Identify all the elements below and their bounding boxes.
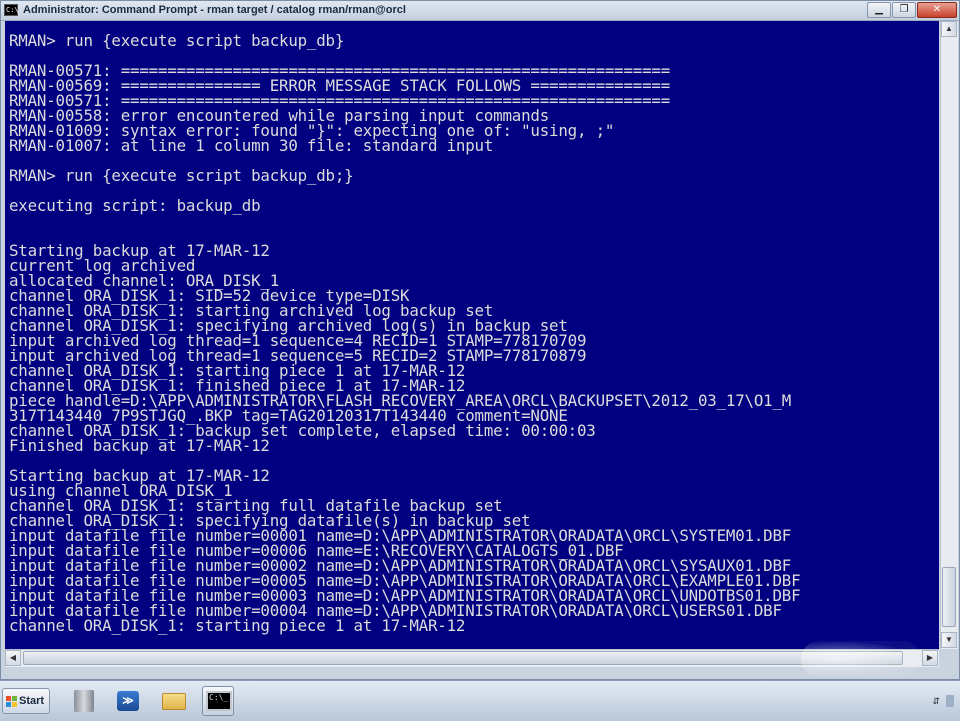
windows-logo-icon xyxy=(6,695,17,707)
window-title: Administrator: Command Prompt - rman tar… xyxy=(23,4,406,16)
console-line: Finished backup at 17-MAR-12 xyxy=(9,436,270,455)
show-desktop-button[interactable] xyxy=(946,695,954,707)
console-line: RMAN-01007: at line 1 column 30 file: st… xyxy=(9,136,494,155)
watermark-logo xyxy=(801,641,921,677)
console-line: RMAN> run {execute script backup_db} xyxy=(9,31,345,50)
minimize-icon: ▁ xyxy=(875,4,883,15)
scroll-down-arrow-icon[interactable]: ▼ xyxy=(941,632,957,648)
system-tray: ⇵ xyxy=(932,695,954,707)
server-manager-icon[interactable] xyxy=(68,686,100,716)
restore-button[interactable]: ❐ xyxy=(892,2,916,18)
console-line: RMAN> run {execute script backup_db;} xyxy=(9,166,354,185)
taskbar: Start ≫ C:\_ ⇵ xyxy=(0,680,960,721)
powershell-glyph: ≫ xyxy=(117,691,139,711)
close-button[interactable]: ✕ xyxy=(917,2,957,18)
minimize-button[interactable]: ▁ xyxy=(867,2,891,18)
server-icon xyxy=(74,690,94,712)
restore-icon: ❐ xyxy=(899,4,909,15)
cmd-glyph: C:\_ xyxy=(206,691,232,711)
vertical-scroll-thumb[interactable] xyxy=(942,567,956,627)
vertical-scrollbar[interactable]: ▲ ▼ xyxy=(940,21,958,649)
scroll-right-arrow-icon[interactable]: ▶ xyxy=(922,650,938,666)
command-prompt-taskbar-icon[interactable]: C:\_ xyxy=(202,686,234,716)
command-prompt-icon[interactable]: C:\ xyxy=(4,4,19,16)
console-line: channel ORA_DISK_1: starting piece 1 at … xyxy=(9,616,466,635)
command-prompt-window: C:\ Administrator: Command Prompt - rman… xyxy=(0,0,960,680)
scroll-up-arrow-icon[interactable]: ▲ xyxy=(941,21,957,37)
tray-expand-icon[interactable]: ⇵ xyxy=(932,696,940,707)
close-icon: ✕ xyxy=(932,4,942,15)
horizontal-scrollbar[interactable]: ◀ ▶ xyxy=(5,649,939,667)
folder-icon xyxy=(162,693,186,710)
powershell-icon[interactable]: ≫ xyxy=(112,686,144,716)
scroll-left-arrow-icon[interactable]: ◀ xyxy=(5,650,21,666)
explorer-folder-icon[interactable] xyxy=(158,686,190,716)
console-output-area[interactable]: RMAN> run {execute script backup_db} RMAN… xyxy=(5,21,939,649)
horizontal-scroll-thumb[interactable] xyxy=(23,651,903,665)
title-bar[interactable]: C:\ Administrator: Command Prompt - rman… xyxy=(1,1,959,21)
console-line: executing script: backup_db xyxy=(9,196,261,215)
console-lines: RMAN> run {execute script backup_db} RMAN… xyxy=(9,31,801,635)
window-controls: ▁ ❐ ✕ xyxy=(867,2,957,19)
start-button[interactable]: Start xyxy=(2,688,50,714)
start-label: Start xyxy=(19,695,45,707)
